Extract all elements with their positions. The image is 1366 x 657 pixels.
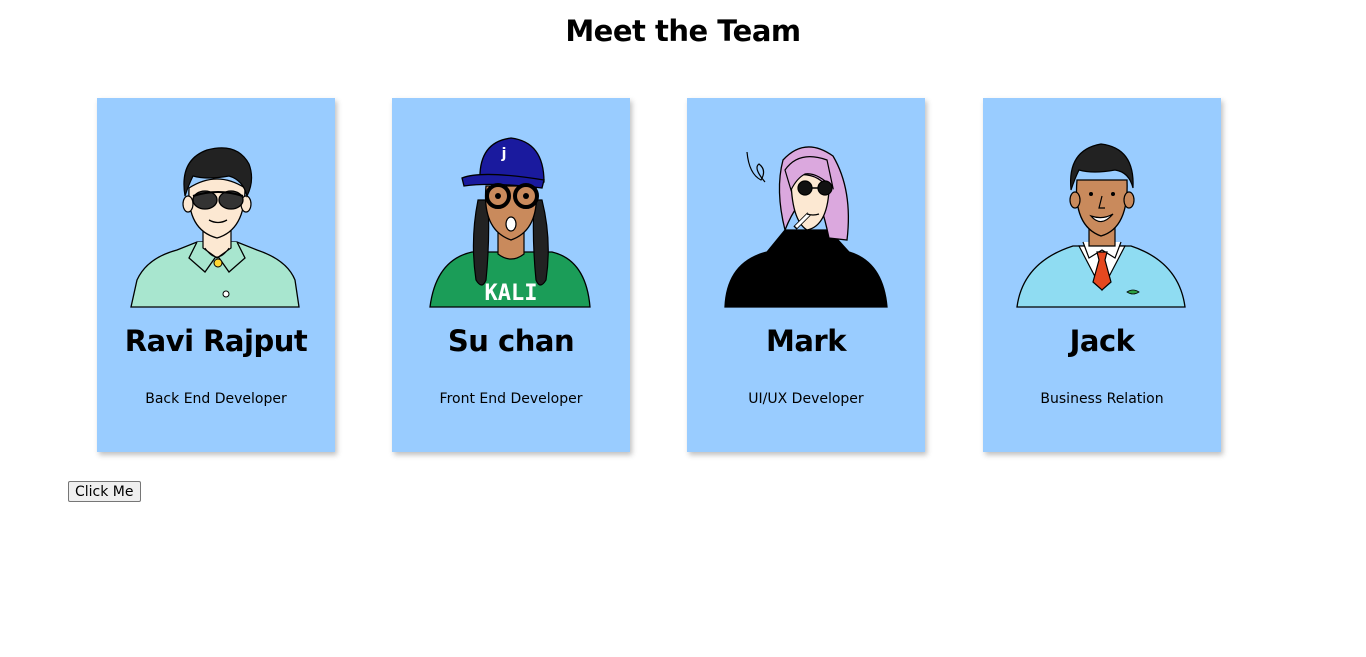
member-role: Front End Developer	[439, 391, 583, 407]
team-card-mark: Mark UI/UX Developer	[687, 98, 925, 452]
pink-hair-turtleneck-avatar	[724, 146, 888, 308]
page-title: Meet the Team	[565, 14, 801, 48]
woman-cap-braids-avatar: KALI j	[429, 137, 591, 308]
member-name: Mark	[765, 324, 847, 358]
member-name: Jack	[1069, 324, 1135, 358]
member-name: Ravi Rajput	[124, 324, 308, 358]
shirt-text: KALI	[485, 281, 538, 306]
click-me-button[interactable]: Click Me	[68, 481, 141, 502]
team-card-ravi: Ravi Rajput Back End Developer	[97, 98, 335, 452]
member-role: Back End Developer	[145, 391, 287, 407]
man-sunglasses-avatar	[130, 147, 300, 308]
team-card-jack: Jack Business Relation	[983, 98, 1221, 452]
cap-text: j	[501, 146, 507, 162]
man-tie-sweater-avatar	[1016, 143, 1186, 308]
team-card-su-chan: KALI j Su chan Front End Developer	[392, 98, 630, 452]
member-name: Su chan	[447, 324, 575, 358]
member-role: UI/UX Developer	[748, 391, 864, 407]
member-role: Business Relation	[1040, 391, 1164, 407]
